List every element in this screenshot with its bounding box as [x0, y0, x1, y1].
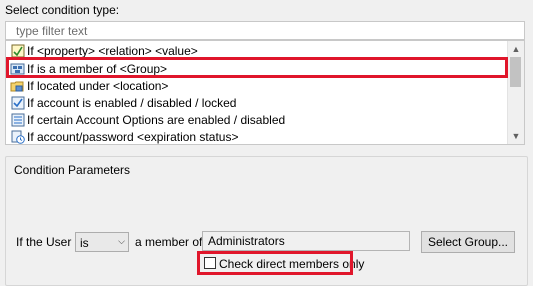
group-field[interactable]: Administrators: [202, 231, 410, 251]
list-item[interactable]: If located under <location>: [10, 77, 505, 94]
highlight-box: [197, 251, 353, 275]
list-item[interactable]: If account/password <expiration status>: [10, 128, 505, 144]
filter-input[interactable]: type filter text: [5, 21, 525, 40]
relation-select[interactable]: is ⌵: [75, 232, 129, 252]
chevron-down-icon: ⌵: [118, 236, 125, 246]
condition-list[interactable]: If <property> <relation> <value> If is a…: [5, 40, 525, 145]
scroll-thumb[interactable]: [510, 57, 521, 87]
highlight-box: [6, 57, 508, 78]
list-item[interactable]: If certain Account Options are enabled /…: [10, 111, 505, 128]
scroll-up-icon[interactable]: ▲: [508, 42, 524, 56]
member-of-label: a member of: [135, 235, 203, 249]
list-scrollbar[interactable]: ▲ ▼: [507, 41, 524, 144]
list-item[interactable]: If account is enabled / disabled / locke…: [10, 94, 505, 111]
condition-parameters-title: Condition Parameters: [12, 163, 133, 177]
scroll-down-icon[interactable]: ▼: [508, 129, 524, 143]
expiration-clock-icon: [10, 130, 25, 144]
select-group-button[interactable]: Select Group...: [421, 231, 515, 253]
account-options-icon: [10, 113, 25, 127]
if-the-user-label: If the User: [16, 235, 72, 249]
condition-type-label: Select condition type:: [5, 3, 120, 17]
folder-location-icon: [10, 79, 25, 93]
property-condition-icon: [10, 44, 25, 58]
account-status-icon: [10, 96, 25, 110]
